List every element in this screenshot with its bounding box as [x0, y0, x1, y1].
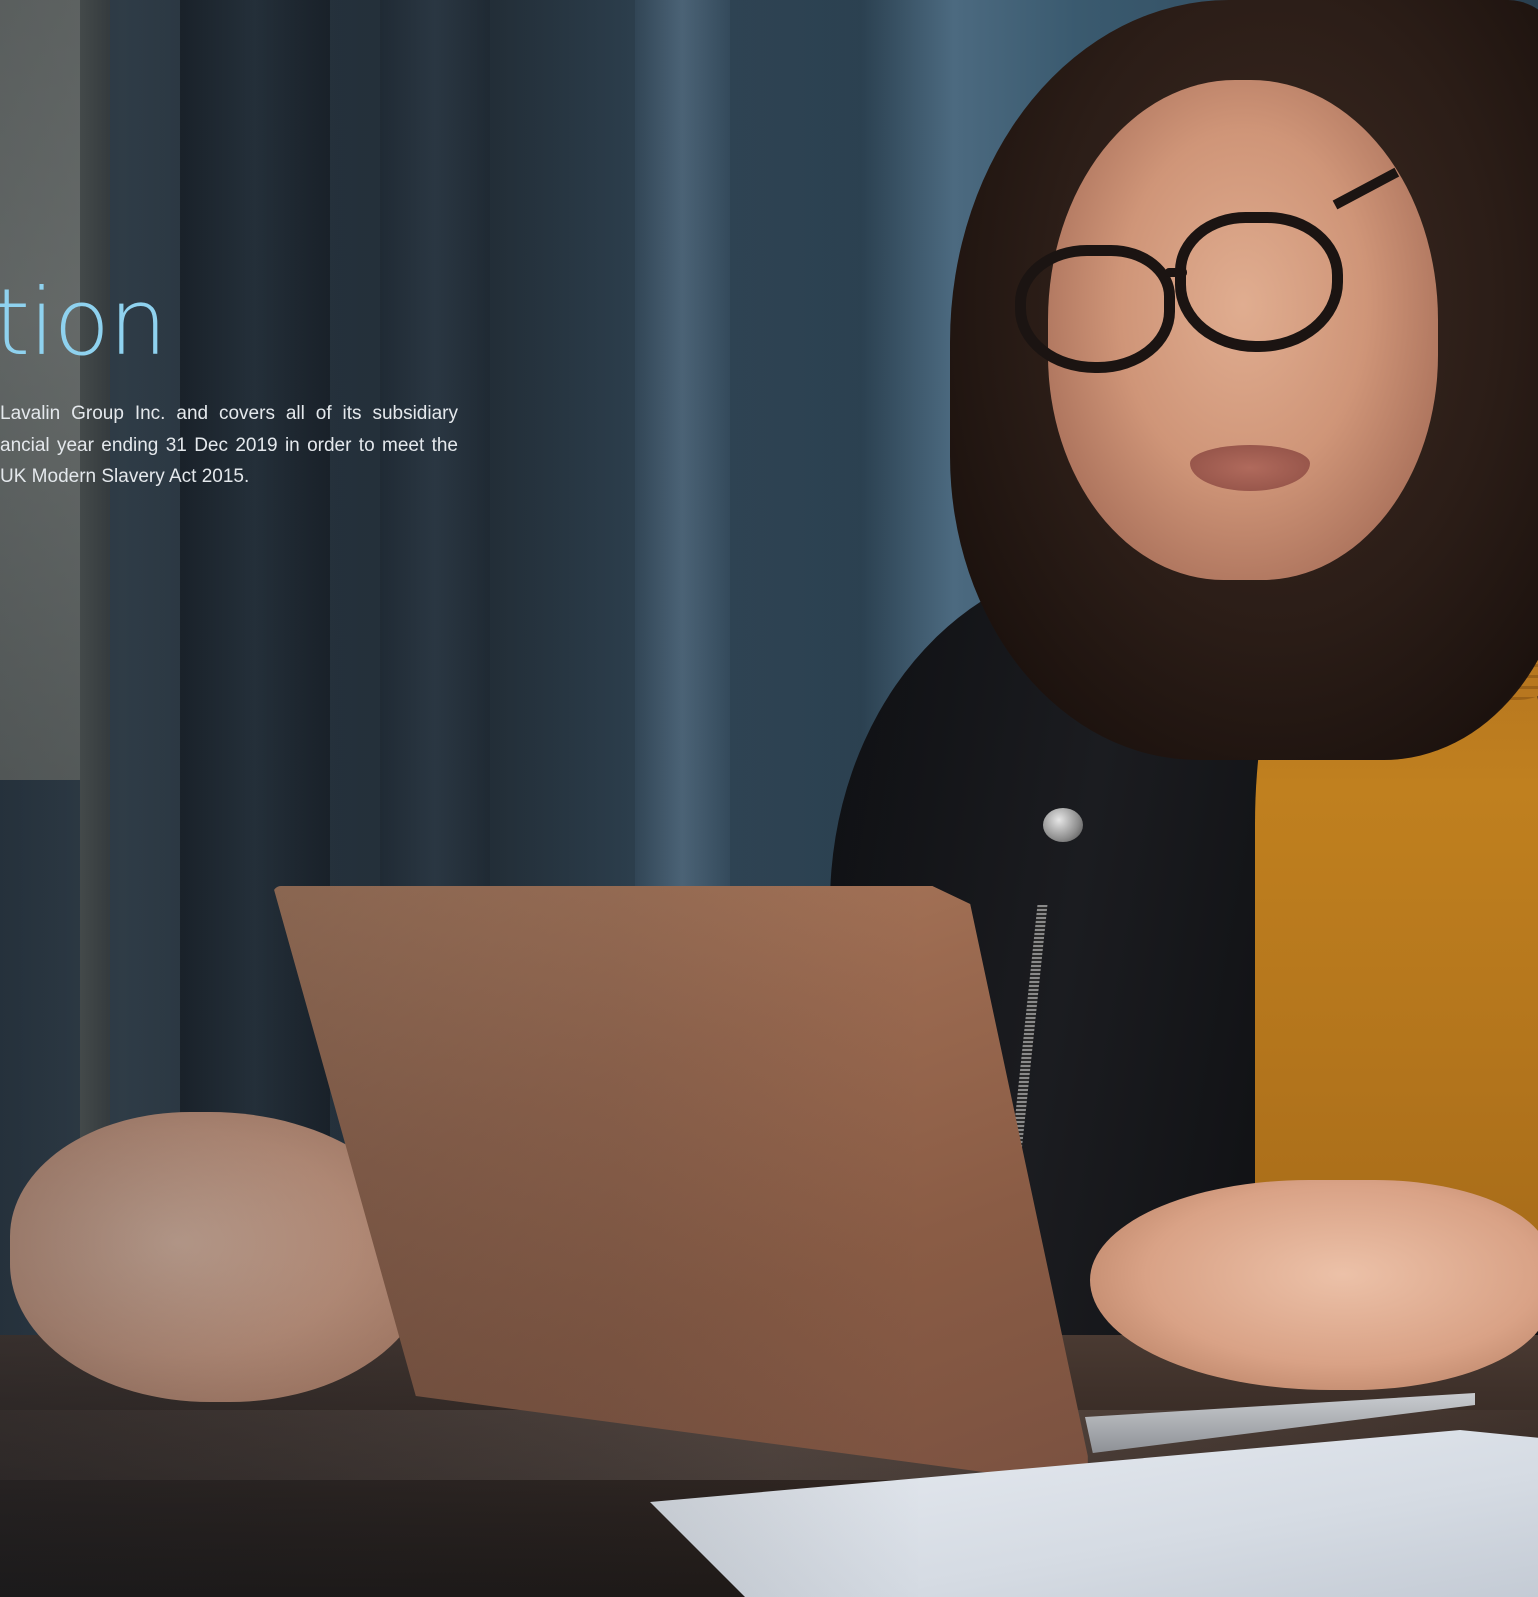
glasses-right-lens	[1175, 212, 1343, 352]
paragraph-line: UK Modern Slavery Act 2015.	[0, 466, 250, 487]
page-heading: tion	[0, 269, 167, 376]
paragraph-line: Lavalin Group Inc. and covers all of its…	[0, 403, 458, 424]
light-column	[635, 0, 730, 900]
glasses-left-lens	[1015, 245, 1175, 373]
document-page: tion Lavalin Group Inc. and covers all o…	[0, 0, 1538, 1597]
window-frame	[80, 0, 110, 1320]
intro-paragraph: Lavalin Group Inc. and covers all of its…	[0, 398, 458, 493]
paragraph-line: ancial year ending 31 Dec 2019 in order …	[0, 434, 458, 456]
jacket-snap-button	[1043, 808, 1083, 842]
glasses-bridge	[1165, 268, 1187, 277]
